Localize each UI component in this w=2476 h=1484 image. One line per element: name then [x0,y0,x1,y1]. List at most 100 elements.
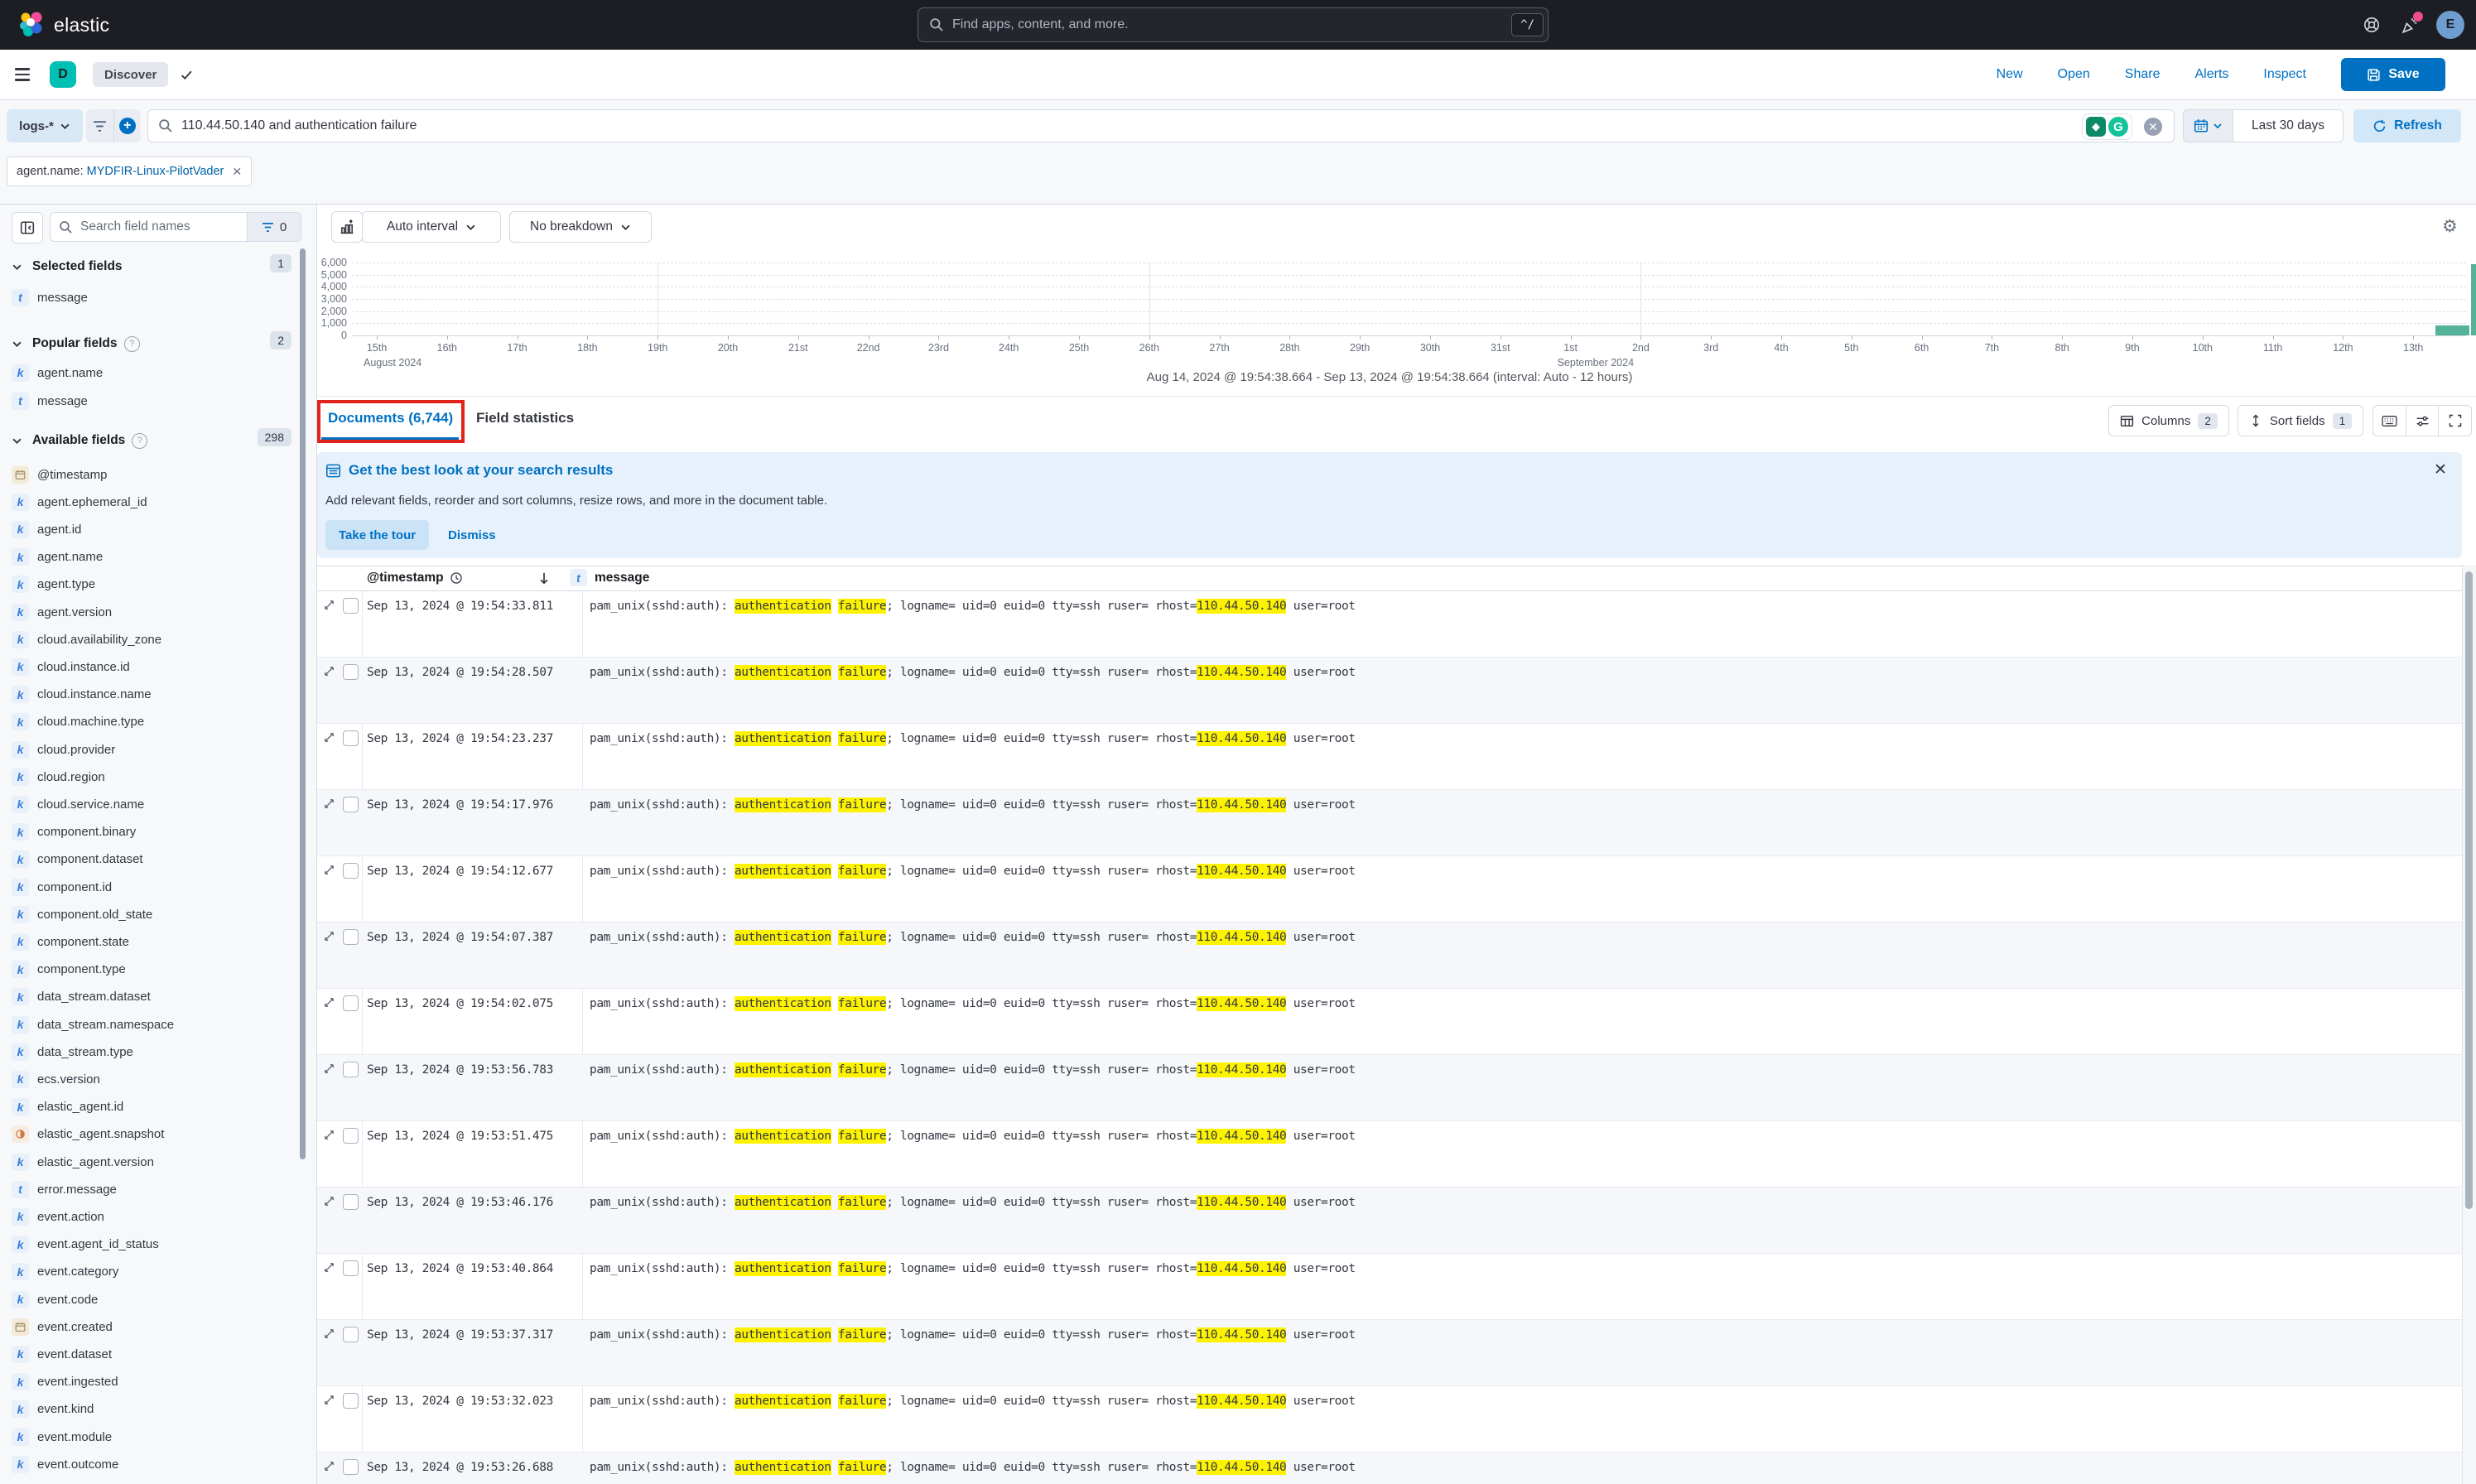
field-item-agent.type[interactable]: kagent.type [0,572,316,597]
row-checkbox[interactable] [343,1194,359,1210]
display-options-button[interactable] [2406,406,2439,436]
fullscreen-button[interactable] [2438,406,2471,436]
open-button[interactable]: Open [2058,67,2090,82]
elastic-logo[interactable]: elastic [18,11,109,39]
field-item-cloud.instance.id[interactable]: kcloud.instance.id [0,654,316,679]
field-section-heading[interactable]: Selected fields1 [0,256,316,277]
field-item-event.code[interactable]: kevent.code [0,1287,316,1312]
row-checkbox[interactable] [343,797,359,812]
field-item-data_stream.type[interactable]: kdata_stream.type [0,1039,316,1064]
expand-row-icon[interactable] [323,1195,335,1207]
field-item-component.type[interactable]: kcomponent.type [0,957,316,982]
field-item-component.state[interactable]: kcomponent.state [0,929,316,954]
field-item-cloud.instance.name[interactable]: kcloud.instance.name [0,682,316,707]
data-view-picker[interactable]: logs-* [7,109,83,142]
dismiss-button[interactable]: Dismiss [448,528,496,542]
chart-options-icon[interactable]: ⚙ [2442,216,2458,237]
sort-descending-icon[interactable] [537,571,552,585]
field-item-component.binary[interactable]: kcomponent.binary [0,820,316,845]
expand-row-icon[interactable] [323,665,335,677]
field-item-event.action[interactable]: kevent.action [0,1204,316,1229]
row-checkbox[interactable] [343,863,359,879]
filter-pill[interactable]: agent.name: MYDFIR-Linux-PilotVader ✕ [7,157,252,186]
expand-row-icon[interactable] [323,1394,335,1406]
field-item-error.message[interactable]: terror.message [0,1177,316,1202]
expand-row-icon[interactable] [323,1129,335,1141]
expand-row-icon[interactable] [323,1062,335,1075]
share-button[interactable]: Share [2125,67,2160,82]
tab-documents[interactable]: Documents (6,744) [328,410,453,426]
field-item-component.id[interactable]: kcomponent.id [0,874,316,899]
timestamp-column-header[interactable]: @timestamp [367,571,463,585]
field-item-event.created[interactable]: event.created [0,1314,316,1339]
expand-row-icon[interactable] [323,599,335,611]
field-item-cloud.region[interactable]: kcloud.region [0,764,316,789]
field-item-@timestamp[interactable]: @timestamp [0,462,316,487]
field-item-event.kind[interactable]: kevent.kind [0,1397,316,1422]
expand-row-icon[interactable] [323,1327,335,1340]
expand-row-icon[interactable] [323,996,335,1009]
field-item-cloud.provider[interactable]: kcloud.provider [0,737,316,762]
close-icon[interactable]: ✕ [2434,460,2447,479]
field-item-message[interactable]: tmessage [0,285,316,310]
field-item-elastic_agent.snapshot[interactable]: elastic_agent.snapshot [0,1122,316,1147]
expand-row-icon[interactable] [323,797,335,810]
time-picker-calendar-button[interactable] [2183,109,2233,142]
news-icon[interactable] [2400,15,2421,36]
expand-row-icon[interactable] [323,864,335,876]
save-button[interactable]: Save [2341,58,2445,91]
field-section-heading[interactable]: Available fields?298 [0,430,316,451]
field-item-component.old_state[interactable]: kcomponent.old_state [0,902,316,927]
histogram-bar[interactable] [2435,325,2469,335]
field-item-cloud.machine.type[interactable]: kcloud.machine.type [0,710,316,735]
inspect-button[interactable]: Inspect [2263,67,2306,82]
breadcrumb[interactable]: Discover [93,62,168,87]
expand-row-icon[interactable] [323,731,335,744]
expand-row-icon[interactable] [323,1261,335,1274]
field-item-message[interactable]: tmessage [0,388,316,413]
field-item-agent.ephemeral_id[interactable]: kagent.ephemeral_id [0,489,316,514]
grid-scrollbar[interactable] [2462,565,2476,1484]
row-checkbox[interactable] [343,929,359,945]
row-checkbox[interactable] [343,730,359,746]
refresh-button[interactable]: Refresh [2353,109,2461,142]
row-checkbox[interactable] [343,664,359,680]
filter-menu-button[interactable] [86,109,114,142]
row-checkbox[interactable] [343,1128,359,1144]
sidebar-scrollbar[interactable] [300,248,306,1159]
browser-extension-icons[interactable]: ◆ G [2082,113,2132,140]
sort-fields-button[interactable]: Sort fields 1 [2238,405,2363,436]
field-item-event.agent_id_status[interactable]: kevent.agent_id_status [0,1232,316,1257]
breakdown-select[interactable]: No breakdown [509,211,652,243]
row-checkbox[interactable] [343,1327,359,1342]
histogram-bar[interactable] [2471,264,2476,335]
grid-scrollbar-thumb[interactable] [2465,571,2473,1209]
row-checkbox[interactable] [343,1459,359,1475]
field-item-component.dataset[interactable]: kcomponent.dataset [0,847,316,872]
auto-interval-select[interactable]: Auto interval [362,211,501,243]
add-filter-button[interactable]: + [114,109,142,142]
field-item-cloud.availability_zone[interactable]: kcloud.availability_zone [0,627,316,652]
columns-button[interactable]: Columns 2 [2108,405,2229,436]
expand-row-icon[interactable] [323,1460,335,1472]
global-search-input[interactable]: Find apps, content, and more. ^/ [918,7,1549,42]
hide-chart-button[interactable] [331,211,363,243]
field-filter-button[interactable]: 0 [247,213,301,241]
field-item-event.category[interactable]: kevent.category [0,1260,316,1284]
field-item-agent.name[interactable]: kagent.name [0,360,316,385]
field-item-agent.id[interactable]: kagent.id [0,517,316,542]
field-item-agent.version[interactable]: kagent.version [0,600,316,624]
field-item-cloud.service.name[interactable]: kcloud.service.name [0,792,316,817]
query-input[interactable]: 110.44.50.140 and authentication failure… [147,109,2175,142]
row-checkbox[interactable] [343,598,359,614]
field-item-agent.name[interactable]: kagent.name [0,545,316,570]
space-badge[interactable]: D [50,61,76,88]
expand-row-icon[interactable] [323,930,335,942]
field-search-input[interactable]: Search field names 0 [50,212,301,242]
avatar[interactable]: E [2436,11,2464,39]
histogram-chart[interactable] [352,263,2466,335]
row-checkbox[interactable] [343,1062,359,1077]
field-item-elastic_agent.id[interactable]: kelastic_agent.id [0,1095,316,1120]
keyboard-shortcuts-button[interactable] [2373,406,2406,436]
clear-query-icon[interactable]: ✕ [2144,118,2162,136]
